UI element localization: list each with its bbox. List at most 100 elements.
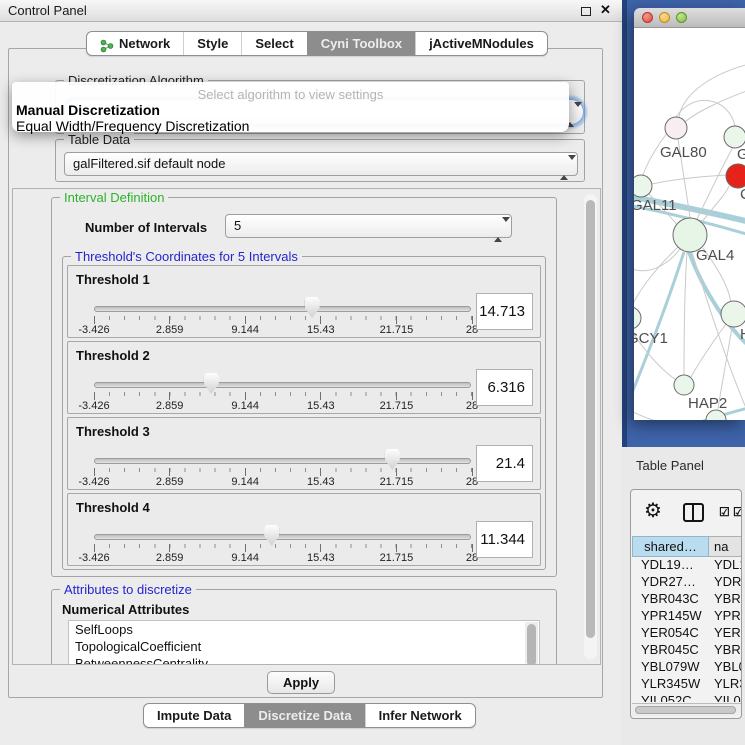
threshold-value-field[interactable]: 6.316 [476, 369, 533, 406]
table-row[interactable]: YBR045CYBR0 [632, 642, 742, 659]
threshold-value-field[interactable]: 21.4 [476, 445, 533, 482]
settings-scrollbar-thumb[interactable] [586, 200, 595, 638]
network-node[interactable] [726, 164, 745, 188]
table-horizontal-scrollbar[interactable] [632, 703, 742, 716]
algorithm-popup-hint: Select algorithm to view settings [12, 87, 569, 102]
threshold-value-field[interactable]: 14.713 [476, 293, 533, 330]
threshold-row: Threshold 4-3.4262.8599.14415.4321.71528… [67, 493, 541, 566]
tick-label: 15.43 [307, 476, 335, 488]
tab-discretize-data[interactable]: Discretize Data [244, 704, 364, 727]
interval-group-title: Interval Definition [60, 190, 168, 205]
tick-label: -3.426 [78, 400, 109, 412]
split-columns-icon[interactable] [683, 503, 704, 522]
tab-infer-network[interactable]: Infer Network [365, 704, 475, 727]
attributes-scrollbar[interactable] [525, 622, 538, 665]
close-panel-icon[interactable]: ✕ [600, 2, 611, 18]
column-header-shared-name[interactable]: shared… [632, 536, 709, 557]
tab-network[interactable]: Network [87, 32, 183, 55]
table-row[interactable]: YBR043CYBR0 [632, 591, 742, 608]
checkbox-icon[interactable]: ☑ [733, 505, 742, 519]
slider-tick-labels: -3.4262.8599.14415.4321.71528 [94, 324, 472, 336]
major-tick [472, 468, 473, 476]
table-row[interactable]: YLR345WYLR3 [632, 676, 742, 693]
table-row[interactable]: YER054CYER0 [632, 625, 742, 642]
network-node[interactable] [665, 117, 687, 139]
major-tick [320, 316, 321, 324]
major-tick [396, 392, 397, 400]
checkbox-icon[interactable]: ☑ [719, 505, 730, 519]
tab-jactivemnodules[interactable]: jActiveMNodules [415, 32, 547, 55]
major-tick [169, 392, 170, 400]
control-panel-header: Control Panel ✕ [0, 0, 622, 22]
attributes-scrollbar-thumb[interactable] [527, 624, 536, 665]
tab-select[interactable]: Select [241, 32, 306, 55]
number-of-intervals-combobox[interactable]: 5 [225, 214, 512, 238]
table-row[interactable]: YPR145WYPR1 [632, 608, 742, 625]
major-tick [320, 544, 321, 552]
slider-thumb[interactable] [204, 373, 219, 394]
window-minimize-icon[interactable] [659, 12, 670, 23]
attribute-list-item[interactable]: SelfLoops [69, 621, 539, 638]
network-node[interactable] [634, 175, 652, 197]
table-row[interactable]: YDL19…YDL1 [632, 557, 742, 574]
cell-name: YPR1 [709, 608, 742, 625]
slider-thumb[interactable] [305, 297, 320, 318]
numerical-attributes-list[interactable]: SelfLoopsTopologicalCoefficientBetweenne… [68, 620, 540, 665]
table-row[interactable]: YBL079WYBL0 [632, 659, 742, 676]
cell-shared-name: YLR345W [632, 676, 709, 693]
column-header-name[interactable]: na [709, 536, 742, 557]
major-tick [245, 316, 246, 324]
table-data-combobox[interactable]: galFiltered.sif default node [64, 152, 578, 176]
settings-vertical-scrollbar[interactable] [584, 194, 597, 659]
major-tick [472, 392, 473, 400]
tab-cyni-toolbox[interactable]: Cyni Toolbox [307, 32, 415, 55]
algorithm-option-equal-width[interactable]: Equal Width/Frequency Discretization [16, 118, 249, 134]
threshold-value-field[interactable]: 11.344 [476, 521, 533, 558]
table-data-group: Table Data galFiltered.sif default node [55, 139, 585, 182]
network-node[interactable] [674, 375, 694, 395]
network-edge [684, 90, 745, 123]
tick-label: 15.43 [307, 552, 335, 564]
tab-discretize-data-label: Discretize Data [258, 704, 351, 728]
gear-icon[interactable]: ⚙ [644, 498, 662, 523]
table-scrollbar-thumb[interactable] [635, 706, 736, 714]
table-data-combo-value: galFiltered.sif default node [73, 156, 225, 171]
slider-thumb[interactable] [264, 525, 279, 546]
attribute-items: SelfLoopsTopologicalCoefficientBetweenne… [69, 621, 539, 665]
tab-impute-data[interactable]: Impute Data [144, 704, 244, 727]
slider-thumb[interactable] [385, 449, 400, 470]
slider-tick-labels: -3.4262.8599.14415.4321.71528 [94, 400, 472, 412]
table-row[interactable]: YIL052CYIL0 [632, 693, 742, 702]
slider-tick-labels: -3.4262.8599.14415.4321.71528 [94, 552, 472, 564]
tick-label: 9.144 [231, 552, 259, 564]
network-node[interactable] [724, 126, 745, 148]
tab-infer-network-label: Infer Network [379, 704, 462, 728]
tab-style[interactable]: Style [183, 32, 241, 55]
network-node[interactable] [634, 307, 641, 329]
window-zoom-icon[interactable] [676, 12, 687, 23]
network-icon [100, 37, 114, 51]
major-tick [245, 392, 246, 400]
network-window: GAL80GACGAL11GAL4GCY1HHAP2 [634, 8, 745, 420]
network-window-titlebar[interactable] [634, 8, 745, 28]
network-node[interactable] [721, 301, 745, 327]
slider-tick-labels: -3.4262.8599.14415.4321.71528 [94, 476, 472, 488]
table-row[interactable]: YDR27…YDR2 [632, 574, 742, 591]
attributes-group: Attributes to discretize Numerical Attri… [51, 589, 557, 665]
algorithm-option-manual[interactable]: Manual Discretization [16, 102, 160, 118]
cell-name: YBR0 [709, 642, 742, 659]
apply-button[interactable]: Apply [267, 671, 335, 694]
attribute-list-item[interactable]: TopologicalCoefficient [69, 638, 539, 655]
attribute-list-item[interactable]: BetweennessCentrality [69, 655, 539, 665]
network-node-label: HAP2 [688, 395, 727, 412]
table-panel-box: ⚙ ☑ ☑ shared… na YDL19…YDL1YDR27…YDR2YBR… [630, 489, 742, 719]
settings-scrollpane: Interval Definition Number of Intervals … [12, 188, 601, 665]
tab-style-label: Style [197, 32, 228, 56]
window-close-icon[interactable] [642, 12, 653, 23]
float-panel-icon[interactable] [581, 7, 591, 16]
network-node-label: H [740, 326, 745, 343]
major-tick [169, 544, 170, 552]
network-canvas[interactable]: GAL80GACGAL11GAL4GCY1HHAP2 [634, 28, 745, 420]
network-node-label: GAL11 [634, 197, 677, 214]
table-panel-region: Table Panel ⚙ ☑ ☑ shared… na YDL19…YDL1Y… [622, 447, 745, 745]
